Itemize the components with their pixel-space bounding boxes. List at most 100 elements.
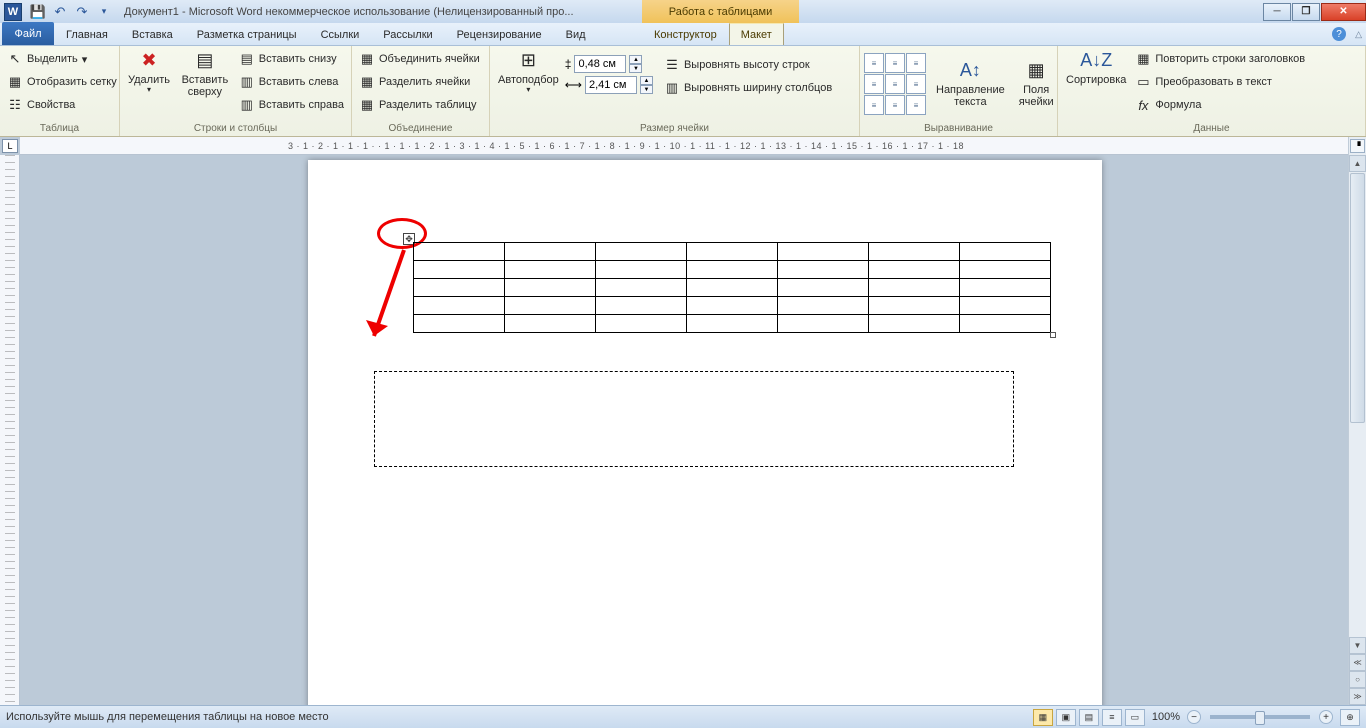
zoom-out-button[interactable]: − <box>1187 710 1201 724</box>
align-mc[interactable]: ≡ <box>885 74 905 94</box>
tab-selector[interactable]: L <box>2 139 18 153</box>
tab-review[interactable]: Рецензирование <box>445 23 554 45</box>
horizontal-ruler[interactable]: 3 · 1 · 2 · 1 · 1 · 1 · · 1 · 1 · 1 · 2 … <box>20 137 1366 155</box>
status-bar: Используйте мышь для перемещения таблицы… <box>0 705 1366 728</box>
cell-margins-button[interactable]: ▦Поля ячейки <box>1015 58 1058 110</box>
document-table[interactable] <box>413 242 1051 333</box>
show-grid-button[interactable]: ▦Отобразить сетку <box>4 71 120 93</box>
vertical-scrollbar[interactable]: ▝ ▲ ▼ ≪ ○ ≫ <box>1348 137 1366 705</box>
zoom-slider[interactable] <box>1210 715 1310 719</box>
width-spinner[interactable]: ▲▼ <box>640 76 653 94</box>
insert-above-button[interactable]: ▤Вставить сверху <box>176 48 234 100</box>
properties-button[interactable]: ☷Свойства <box>4 94 120 116</box>
align-bl[interactable]: ≡ <box>864 95 884 115</box>
tab-layout[interactable]: Макет <box>729 23 784 45</box>
formula-button[interactable]: fxФормула <box>1132 94 1308 116</box>
group-data: A↓ZСортировка ▦Повторить строки заголовк… <box>1058 46 1366 136</box>
view-web[interactable]: ▤ <box>1079 709 1099 726</box>
zoom-value[interactable]: 100% <box>1152 711 1180 723</box>
insert-below-button[interactable]: ▤Вставить снизу <box>236 48 347 70</box>
qat-more-icon[interactable]: ▾ <box>94 3 114 21</box>
save-icon[interactable]: 💾 <box>28 3 48 21</box>
help-icon[interactable]: ? <box>1332 27 1346 41</box>
split-table-button[interactable]: ▦Разделить таблицу <box>356 94 483 116</box>
select-button[interactable]: ↖Выделить ▾ <box>4 48 120 70</box>
group-table: ↖Выделить ▾ ▦Отобразить сетку ☷Свойства … <box>0 46 120 136</box>
autofit-icon: ⊞ <box>516 50 540 72</box>
minimize-button[interactable]: ─ <box>1263 3 1291 21</box>
table-resize-handle[interactable] <box>1050 332 1056 338</box>
tab-design[interactable]: Конструктор <box>642 23 729 45</box>
selection-browser-icon[interactable]: ▝ <box>1350 139 1365 153</box>
height-spinner[interactable]: ▲▼ <box>629 55 642 73</box>
browse-object-button[interactable]: ○ <box>1349 671 1366 688</box>
tab-references[interactable]: Ссылки <box>309 23 372 45</box>
vertical-ruler[interactable] <box>0 155 20 705</box>
page[interactable]: ✥ <box>308 160 1102 705</box>
group-alignment: ≡≡≡ ≡≡≡ ≡≡≡ A↕Направление текста ▦Поля я… <box>860 46 1058 136</box>
insert-right-button[interactable]: ▥Вставить справа <box>236 94 347 116</box>
scroll-up-button[interactable]: ▲ <box>1349 155 1366 172</box>
delete-button[interactable]: ✖Удалить▾ <box>124 48 174 97</box>
group-size-label: Размер ячейки <box>494 120 855 136</box>
align-bc[interactable]: ≡ <box>885 95 905 115</box>
status-message: Используйте мышь для перемещения таблицы… <box>6 711 329 723</box>
prev-page-button[interactable]: ≪ <box>1349 654 1366 671</box>
group-align-label: Выравнивание <box>864 120 1053 136</box>
align-tr[interactable]: ≡ <box>906 53 926 73</box>
margins-icon: ▦ <box>1024 60 1048 82</box>
align-br[interactable]: ≡ <box>906 95 926 115</box>
scroll-down-button[interactable]: ▼ <box>1349 637 1366 654</box>
zoom-in-button[interactable]: + <box>1319 710 1333 724</box>
autofit-button[interactable]: ⊞Автоподбор▾ <box>494 48 563 97</box>
height-input[interactable] <box>574 55 626 73</box>
group-merge: ▦Объединить ячейки ▦Разделить ячейки ▦Ра… <box>352 46 490 136</box>
tab-home[interactable]: Главная <box>54 23 120 45</box>
group-table-label: Таблица <box>4 120 115 136</box>
scroll-thumb[interactable] <box>1350 173 1365 423</box>
split-cells-button[interactable]: ▦Разделить ячейки <box>356 71 483 93</box>
quick-access-toolbar: 💾 ↶ ↷ ▾ <box>28 3 114 21</box>
undo-icon[interactable]: ↶ <box>50 3 70 21</box>
tab-view[interactable]: Вид <box>554 23 598 45</box>
document-canvas[interactable]: ✥ <box>20 155 1366 705</box>
align-ml[interactable]: ≡ <box>864 74 884 94</box>
merge-cells-button[interactable]: ▦Объединить ячейки <box>356 48 483 70</box>
zoom-fit-button[interactable]: ⊕ <box>1340 709 1360 726</box>
tab-page-layout[interactable]: Разметка страницы <box>185 23 309 45</box>
redo-icon[interactable]: ↷ <box>72 3 92 21</box>
alignment-grid: ≡≡≡ ≡≡≡ ≡≡≡ <box>864 53 926 115</box>
next-page-button[interactable]: ≫ <box>1349 688 1366 705</box>
split-table-icon: ▦ <box>359 97 375 113</box>
formula-icon: fx <box>1135 97 1151 113</box>
align-mr[interactable]: ≡ <box>906 74 926 94</box>
word-icon: W <box>4 3 22 21</box>
view-outline[interactable]: ≡ <box>1102 709 1122 726</box>
align-tc[interactable]: ≡ <box>885 53 905 73</box>
distribute-rows-button[interactable]: ☰Выровнять высоту строк <box>661 54 835 76</box>
convert-text-button[interactable]: ▭Преобразовать в текст <box>1132 71 1308 93</box>
group-cell-size: ⊞Автоподбор▾ ‡ ▲▼ ⟷ ▲▼ ☰Выровнять высоту… <box>490 46 860 136</box>
file-tab[interactable]: Файл <box>2 22 54 45</box>
repeat-header-button[interactable]: ▦Повторить строки заголовков <box>1132 48 1308 70</box>
align-tl[interactable]: ≡ <box>864 53 884 73</box>
close-button[interactable]: ✕ <box>1321 3 1366 21</box>
sort-icon: A↓Z <box>1084 50 1108 72</box>
dist-rows-icon: ☰ <box>664 57 680 73</box>
view-print-layout[interactable]: ▦ <box>1033 709 1053 726</box>
view-draft[interactable]: ▭ <box>1125 709 1145 726</box>
delete-icon: ✖ <box>137 50 161 72</box>
view-fullscreen[interactable]: ▣ <box>1056 709 1076 726</box>
sort-button[interactable]: A↓ZСортировка <box>1062 48 1130 88</box>
title-bar: W 💾 ↶ ↷ ▾ Документ1 - Microsoft Word нек… <box>0 0 1366 23</box>
distribute-cols-button[interactable]: ▥Выровнять ширину столбцов <box>661 77 835 99</box>
insert-left-button[interactable]: ▥Вставить слева <box>236 71 347 93</box>
tab-mailings[interactable]: Рассылки <box>371 23 444 45</box>
tab-insert[interactable]: Вставка <box>120 23 185 45</box>
repeat-icon: ▦ <box>1135 51 1151 67</box>
minimize-ribbon-icon[interactable]: △ <box>1355 29 1362 40</box>
restore-button[interactable]: ❐ <box>1292 3 1320 21</box>
width-input[interactable] <box>585 76 637 94</box>
workspace: L 3 · 1 · 2 · 1 · 1 · 1 · · 1 · 1 · 1 · … <box>0 137 1366 705</box>
text-direction-button[interactable]: A↕Направление текста <box>932 58 1009 110</box>
